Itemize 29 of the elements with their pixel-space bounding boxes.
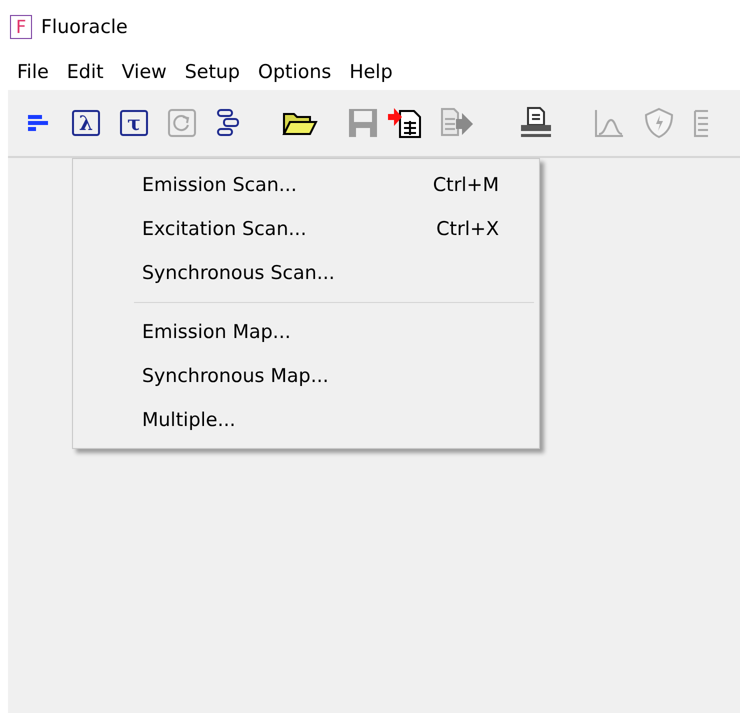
option-label: Emission Scan...: [142, 174, 297, 196]
shortcut-label: Ctrl+X: [436, 218, 499, 240]
bars-icon[interactable]: [28, 113, 50, 133]
option-label: Synchronous Scan...: [142, 262, 335, 284]
printer-icon[interactable]: [520, 107, 552, 139]
menu-item[interactable]: Help: [340, 59, 402, 85]
menu-option[interactable]: Synchronous Map...: [73, 354, 539, 398]
option-label: Emission Map...: [142, 321, 291, 343]
option-label: Multiple...: [142, 409, 236, 431]
menu-option[interactable]: Emission Scan... Ctrl+M: [73, 163, 539, 207]
menu-item[interactable]: File: [8, 59, 58, 85]
menu-option[interactable]: Synchronous Scan...: [73, 251, 539, 295]
option-label: Excitation Scan...: [142, 218, 306, 240]
bracket-stack-icon[interactable]: [216, 108, 240, 138]
toolbar-button[interactable]: τ: [120, 110, 148, 136]
menu-item[interactable]: Edit: [58, 59, 113, 85]
menu-item[interactable]: View: [112, 59, 176, 85]
window-title: Fluoracle: [41, 16, 128, 38]
menu-option[interactable]: Multiple...: [73, 398, 539, 442]
menu-item[interactable]: Options: [249, 59, 340, 85]
shortcut-label: Ctrl+M: [432, 174, 499, 196]
option-label: Synchronous Map...: [142, 365, 329, 387]
import-document-icon[interactable]: [388, 107, 422, 139]
folder-icon[interactable]: [282, 110, 318, 136]
toolbar-button[interactable]: λ: [72, 110, 100, 136]
menu-option[interactable]: Excitation Scan... Ctrl+X: [73, 207, 539, 251]
app-icon: F: [10, 15, 32, 39]
menu-item[interactable]: Setup: [176, 59, 249, 85]
menu-option[interactable]: Emission Map...: [73, 310, 539, 354]
